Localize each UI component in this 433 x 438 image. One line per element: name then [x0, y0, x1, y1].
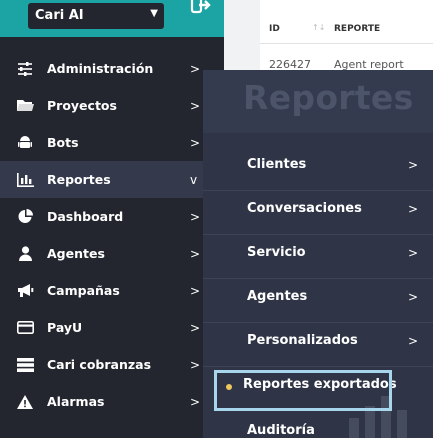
chevron-right-icon: > — [408, 246, 419, 260]
bar-chart-icon — [16, 172, 34, 188]
sidebar-item-label: Alarmas — [47, 394, 105, 409]
megaphone-icon — [16, 283, 34, 299]
sidebar-item-cari-cobranzas[interactable]: Cari cobranzas > — [0, 346, 224, 383]
sidebar-item-bots[interactable]: Bots > — [0, 124, 224, 161]
submenu-item-personalizados[interactable]: Personalizados > — [203, 323, 433, 367]
chevron-down-icon: ▼ — [150, 8, 158, 19]
chevron-right-icon: > — [190, 283, 201, 298]
chevron-right-icon: > — [190, 98, 201, 113]
logout-icon[interactable] — [190, 0, 212, 14]
sidebar-item-payu[interactable]: PayU > — [0, 309, 224, 346]
submenu-item-servicio[interactable]: Servicio > — [203, 235, 433, 279]
account-select[interactable]: Cari AI ▼ — [28, 3, 164, 29]
folder-icon — [16, 98, 34, 114]
chevron-right-icon: > — [408, 202, 419, 216]
chevron-right-icon: > — [190, 61, 201, 76]
submenu-item-label: Clientes — [247, 157, 307, 172]
credit-card-icon — [16, 320, 34, 336]
sidebar-item-reportes[interactable]: Reportes v — [0, 161, 224, 198]
submenu-item-auditoria[interactable]: Auditoría — [203, 411, 433, 438]
sidebar-item-label: Agentes — [47, 246, 105, 261]
pie-chart-icon — [16, 209, 34, 225]
sidebar-nav: Administración > Proyectos > Bots > Repo… — [0, 50, 224, 420]
sidebar-item-dashboard[interactable]: Dashboard > — [0, 198, 224, 235]
sidebar-item-label: Reportes — [47, 172, 111, 187]
column-header-reporte[interactable]: REPORTE — [334, 24, 380, 34]
submenu-item-label: Auditoría — [247, 423, 315, 438]
sidebar-item-label: Administración — [47, 61, 154, 76]
submenu-item-conversaciones[interactable]: Conversaciones > — [203, 191, 433, 235]
submenu-item-clientes[interactable]: Clientes > — [203, 147, 433, 191]
sidebar-item-label: Dashboard — [47, 209, 124, 224]
chevron-down-icon: v — [190, 172, 198, 187]
chevron-right-icon: > — [408, 158, 419, 172]
sidebar-item-proyectos[interactable]: Proyectos > — [0, 87, 224, 124]
sort-icon[interactable]: ↑↓ — [312, 23, 325, 32]
server-icon — [16, 357, 34, 373]
user-icon — [16, 246, 34, 262]
sidebar-item-administracion[interactable]: Administración > — [0, 50, 224, 87]
sidebar-item-label: PayU — [47, 320, 83, 335]
selection-highlight — [214, 370, 392, 411]
chevron-right-icon: > — [190, 209, 201, 224]
sidebar-item-alarmas[interactable]: Alarmas > — [0, 383, 224, 420]
sliders-icon — [16, 61, 34, 77]
submenu-item-label: Personalizados — [247, 333, 358, 348]
warning-icon — [16, 394, 34, 410]
submenu-header: Reportes — [203, 70, 433, 133]
submenu-item-label: Servicio — [247, 245, 306, 260]
chevron-right-icon: > — [408, 334, 419, 348]
sidebar-item-label: Campañas — [47, 283, 120, 298]
chevron-right-icon: > — [190, 320, 201, 335]
header-divider — [260, 43, 433, 44]
submenu-title: Reportes — [243, 78, 414, 117]
reportes-submenu: Reportes Clientes > Conversaciones > Ser… — [203, 70, 433, 438]
submenu-item-agentes[interactable]: Agentes > — [203, 279, 433, 323]
chevron-right-icon: > — [190, 394, 201, 409]
sidebar-item-label: Cari cobranzas — [47, 357, 152, 372]
sidebar-item-campanas[interactable]: Campañas > — [0, 272, 224, 309]
sidebar-header: Cari AI ▼ — [0, 0, 224, 37]
chevron-right-icon: > — [190, 357, 201, 372]
sidebar-item-label: Proyectos — [47, 98, 117, 113]
chevron-right-icon: > — [190, 135, 201, 150]
sidebar-item-label: Bots — [47, 135, 79, 150]
chevron-right-icon: > — [190, 246, 201, 261]
submenu-item-label: Conversaciones — [247, 201, 362, 216]
sidebar: Cari AI ▼ Administración > Proyectos > B… — [0, 0, 224, 438]
submenu-item-label: Agentes — [247, 289, 308, 304]
chevron-right-icon: > — [408, 290, 419, 304]
account-select-value: Cari AI — [35, 8, 84, 23]
column-header-id[interactable]: ID — [269, 24, 280, 34]
sidebar-item-agentes[interactable]: Agentes > — [0, 235, 224, 272]
android-icon — [16, 135, 34, 151]
